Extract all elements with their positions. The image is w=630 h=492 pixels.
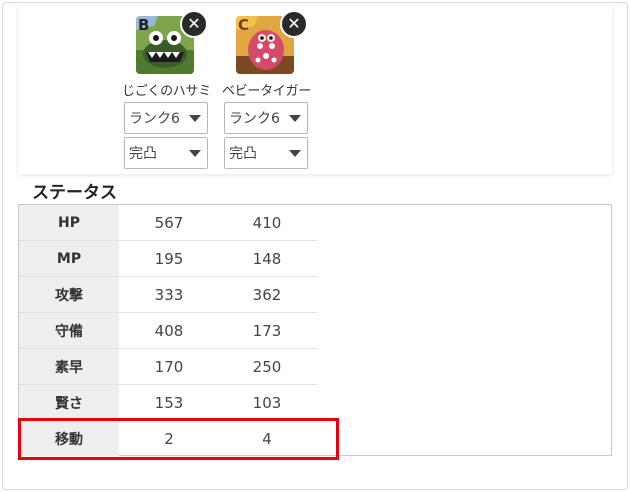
stat-value-monster-1: 333	[154, 285, 184, 304]
monster-name-1: じごくのハサミ	[122, 84, 211, 99]
kantotsu-select-1[interactable]: 完凸	[124, 137, 208, 169]
stat-value-monster-1: 170	[154, 357, 184, 376]
status-table: HP 567 410 MP 195 148 攻撃 333 362 守備 408 …	[18, 204, 612, 456]
close-icon: ✕	[287, 14, 301, 33]
rank-letter-b: B	[138, 16, 149, 34]
stat-row: 攻撃 333 362	[19, 277, 317, 313]
rank-select-1[interactable]: ランク6	[124, 102, 208, 134]
stat-row: 素早 170 250	[19, 349, 317, 385]
kantotsu-select-1-value: 完凸	[129, 146, 157, 162]
stat-label: 素早	[19, 349, 119, 384]
chevron-down-icon	[189, 114, 201, 122]
stat-value-monster-2: 410	[252, 213, 282, 232]
stat-value-monster-2: 362	[252, 285, 282, 304]
stat-value-monster-2: 103	[252, 393, 282, 412]
close-icon: ✕	[187, 14, 201, 33]
kantotsu-select-2-value: 完凸	[229, 146, 257, 162]
rank-select-1-value: ランク6	[129, 111, 180, 127]
stat-value-monster-2: 173	[252, 321, 282, 340]
stat-row: HP 567 410	[19, 205, 317, 241]
rank-select-2[interactable]: ランク6	[224, 102, 308, 134]
stat-row: MP 195 148	[19, 241, 317, 277]
monster-name-2: ベビータイガー	[222, 84, 311, 99]
stat-label: 守備	[19, 313, 119, 348]
stat-value-monster-2: 4	[262, 429, 272, 448]
stat-label: 攻撃	[19, 277, 119, 312]
kantotsu-select-2[interactable]: 完凸	[224, 137, 308, 169]
remove-monster-2-button[interactable]: ✕	[280, 10, 308, 38]
stat-value-monster-2: 148	[252, 249, 282, 268]
stat-value-monster-2: 250	[252, 357, 282, 376]
remove-monster-1-button[interactable]: ✕	[180, 10, 208, 38]
rank-select-2-value: ランク6	[229, 111, 280, 127]
stat-label: 移動	[19, 421, 119, 456]
chevron-down-icon	[189, 149, 201, 157]
stat-row: 賢さ 153 103	[19, 385, 317, 421]
stat-value-monster-1: 567	[154, 213, 184, 232]
stat-value-monster-1: 153	[154, 393, 184, 412]
stat-label: MP	[19, 241, 119, 276]
chevron-down-icon	[289, 114, 301, 122]
rank-letter-c: C	[238, 16, 249, 34]
stat-value-monster-1: 2	[164, 429, 174, 448]
stat-label: 賢さ	[19, 385, 119, 420]
stat-label: HP	[19, 205, 119, 240]
stat-row: 守備 408 173	[19, 313, 317, 349]
stat-value-monster-1: 195	[154, 249, 184, 268]
chevron-down-icon	[289, 149, 301, 157]
stat-row: 移動 2 4	[19, 421, 317, 457]
section-title-status: ステータス	[32, 183, 117, 203]
monster-compare-card: B ✕ じごくのハサミ ランク6 完凸 C ✕ ベビータイガー ランク6 完凸	[18, 6, 612, 174]
stat-value-monster-1: 408	[154, 321, 184, 340]
